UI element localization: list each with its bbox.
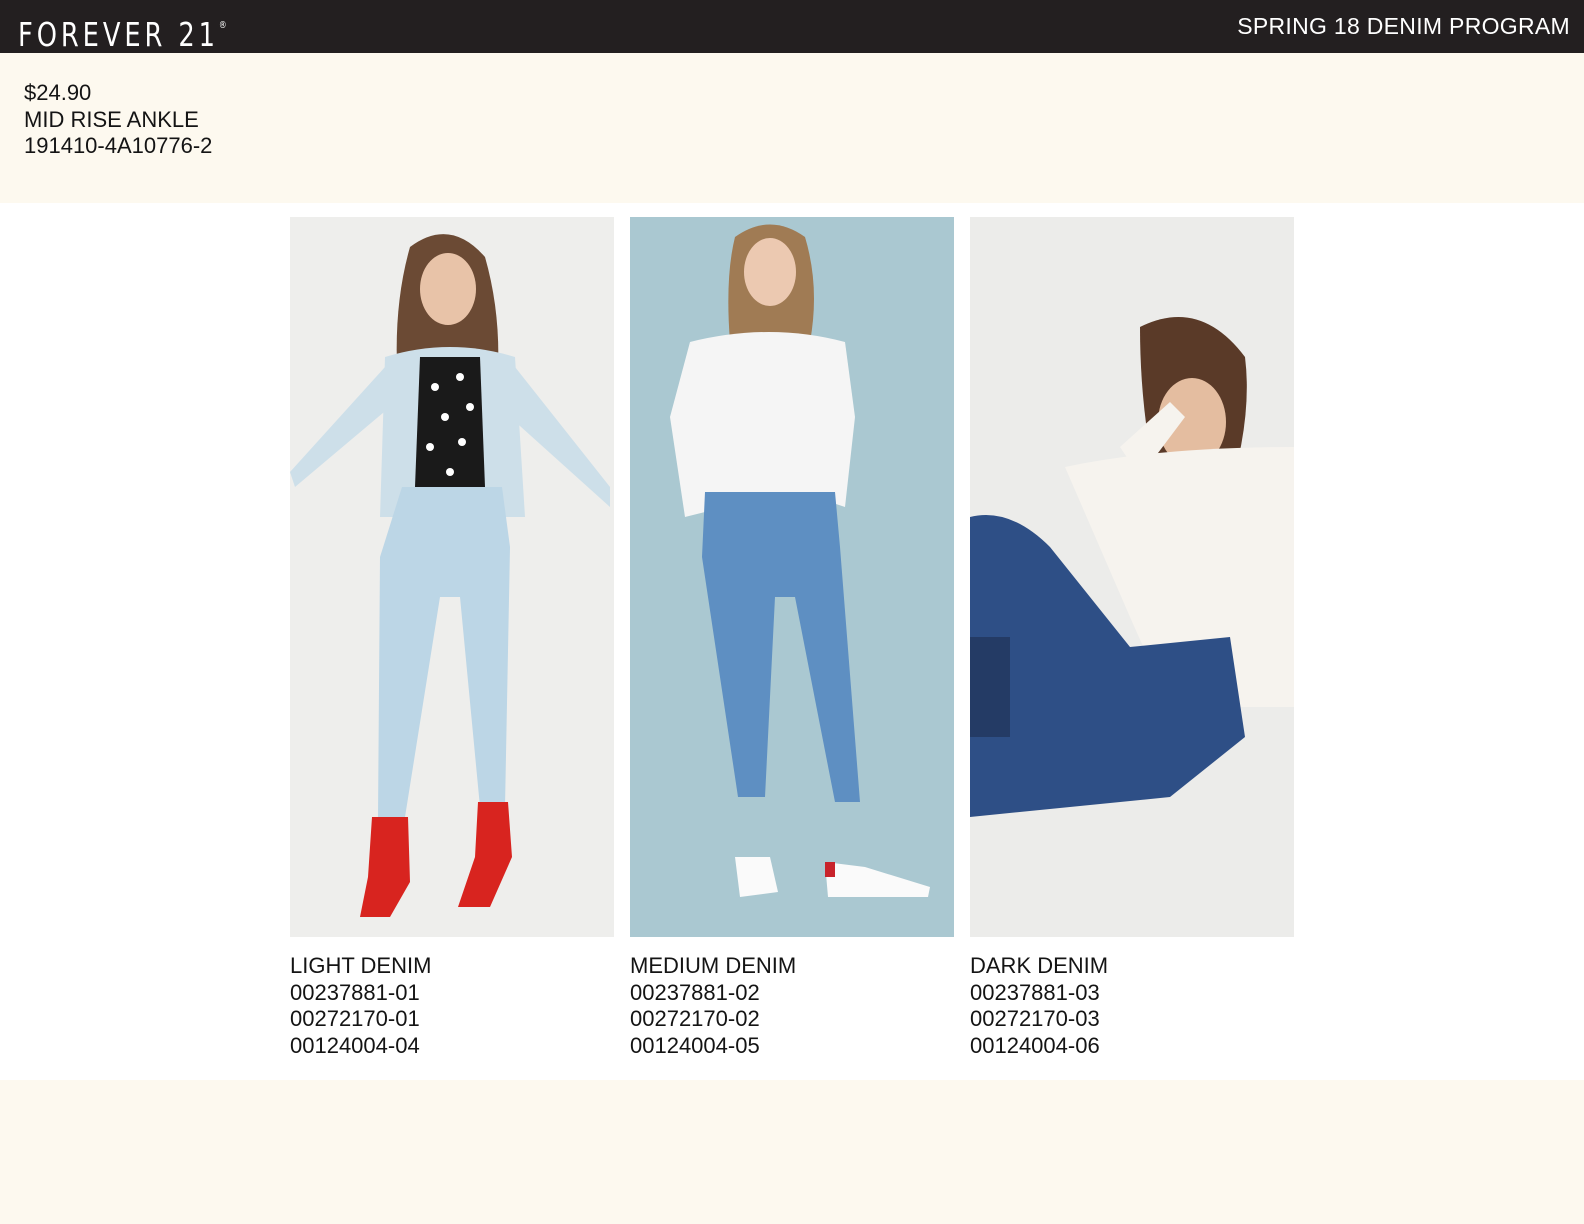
colorway-name: DARK DENIM bbox=[970, 953, 1109, 978]
colorway-code: 00272170-02 bbox=[630, 1006, 760, 1031]
colorway-code: 00124004-05 bbox=[630, 1032, 760, 1058]
colorway-code: 00124004-04 bbox=[290, 1032, 420, 1058]
product-price: $24.90 bbox=[24, 80, 92, 105]
colorway-name: MEDIUM DENIM bbox=[630, 953, 797, 978]
colorway-code: 00237881-03 bbox=[970, 979, 1100, 1005]
photo-medium-denim bbox=[630, 217, 954, 937]
model-photo-medium bbox=[630, 217, 954, 937]
colorway-meta-medium: MEDIUM DENIM 00237881-02 00272170-02 001… bbox=[630, 953, 954, 1059]
colorway-code: 00237881-02 bbox=[630, 979, 760, 1005]
photo-light-denim bbox=[290, 217, 614, 937]
program-title: SPRING 18 DENIM PROGRAM bbox=[1237, 13, 1570, 39]
colorway-code: 00237881-01 bbox=[290, 979, 420, 1005]
model-photo-light bbox=[290, 217, 614, 937]
colorway-card-dark: DARK DENIM 00237881-03 00272170-03 00124… bbox=[970, 217, 1294, 1059]
colorway-card-light: LIGHT DENIM 00237881-01 00272170-01 0012… bbox=[290, 217, 614, 1059]
header-bar: FOREVER 21® SPRING 18 DENIM PROGRAM bbox=[0, 0, 1584, 55]
brand-registered-mark: ® bbox=[218, 20, 227, 31]
colorway-code: 00272170-03 bbox=[970, 1006, 1100, 1031]
product-info: $24.90 MID RISE ANKLE 191410-4A10776-2 bbox=[24, 80, 212, 160]
product-style-number: 191410-4A10776-2 bbox=[24, 133, 213, 158]
product-style-name: MID RISE ANKLE bbox=[24, 106, 199, 132]
colorway-code: 00124004-06 bbox=[970, 1032, 1100, 1058]
brand-logo: FOREVER 21® bbox=[18, 6, 227, 55]
colorway-name: LIGHT DENIM bbox=[290, 953, 432, 978]
colorway-card-medium: MEDIUM DENIM 00237881-02 00272170-02 001… bbox=[630, 217, 954, 1059]
colorway-meta-light: LIGHT DENIM 00237881-01 00272170-01 0012… bbox=[290, 953, 614, 1059]
colorway-code: 00272170-01 bbox=[290, 1006, 420, 1031]
model-photo-dark bbox=[970, 217, 1294, 937]
colorway-meta-dark: DARK DENIM 00237881-03 00272170-03 00124… bbox=[970, 953, 1294, 1059]
brand-name: FOREVER 21 bbox=[18, 15, 219, 54]
photo-dark-denim bbox=[970, 217, 1294, 937]
